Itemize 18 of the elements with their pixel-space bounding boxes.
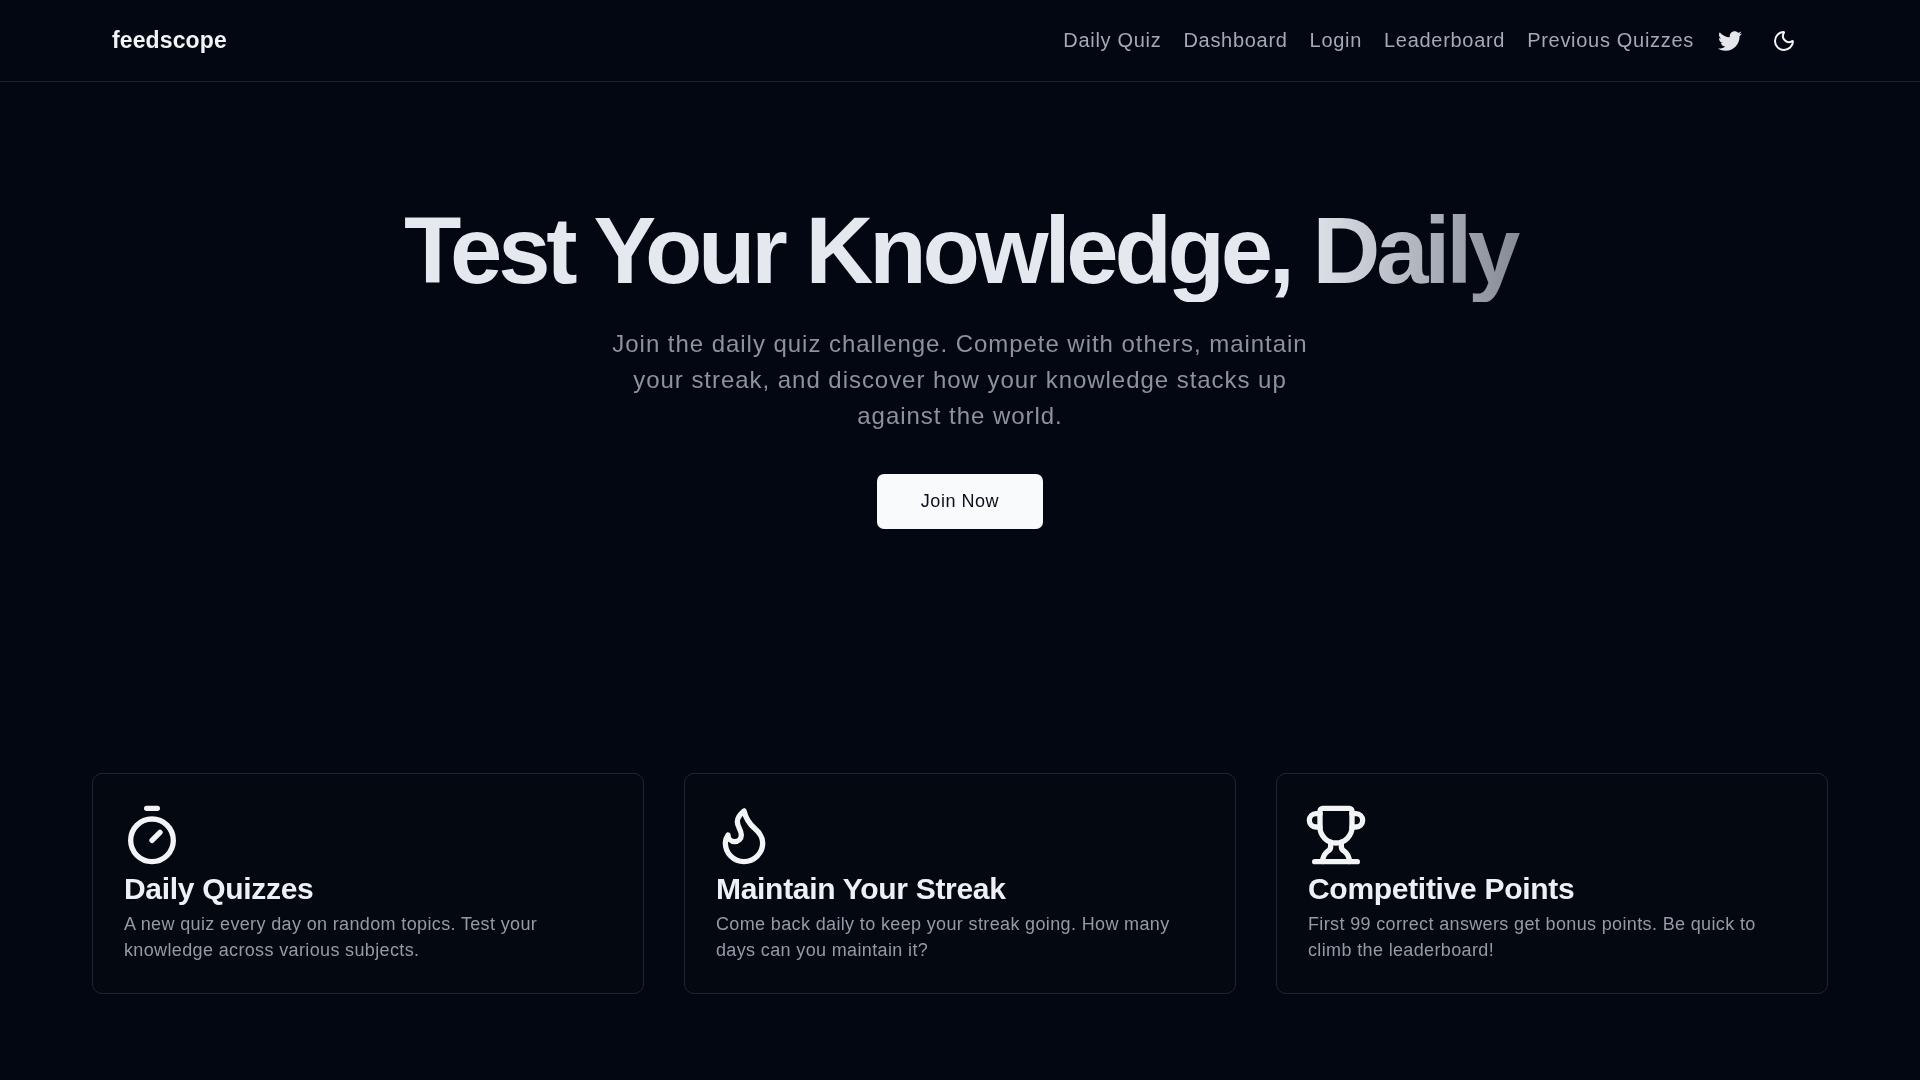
nav-link[interactable]: Leaderboard — [1384, 29, 1506, 52]
card-description: First 99 correct answers get bonus points. Be quick to climb the leaderboard! — [1308, 913, 1757, 962]
bird-icon — [1718, 28, 1742, 53]
moon-icon — [1772, 28, 1796, 53]
hero-subtitle: Join the daily quiz challenge. Compete with others, maintain your streak, and discover how your knowledge stacks up against the world. — [611, 329, 1309, 431]
card-description: A new quiz every day on random topics. Test your knowledge across various subjects. — [124, 913, 539, 962]
join-button[interactable]: Join Now — [877, 474, 1043, 529]
card-title: Daily Quizzes — [124, 871, 314, 907]
trophy-icon — [1304, 803, 1368, 867]
nav-link[interactable]: Previous Quizzes — [1527, 29, 1694, 52]
card-title: Maintain Your Streak — [716, 871, 1006, 907]
social-link[interactable] — [1718, 28, 1742, 53]
card-title: Competitive Points — [1308, 871, 1575, 907]
card-description: Come back daily to keep your streak going. How many days can you maintain it? — [716, 913, 1171, 962]
nav-link[interactable]: Daily Quiz — [1063, 29, 1162, 52]
nav-link[interactable]: Login — [1309, 29, 1363, 52]
site-logo[interactable]: feedscope — [112, 27, 227, 54]
nav-link[interactable]: Dashboard — [1183, 29, 1288, 52]
